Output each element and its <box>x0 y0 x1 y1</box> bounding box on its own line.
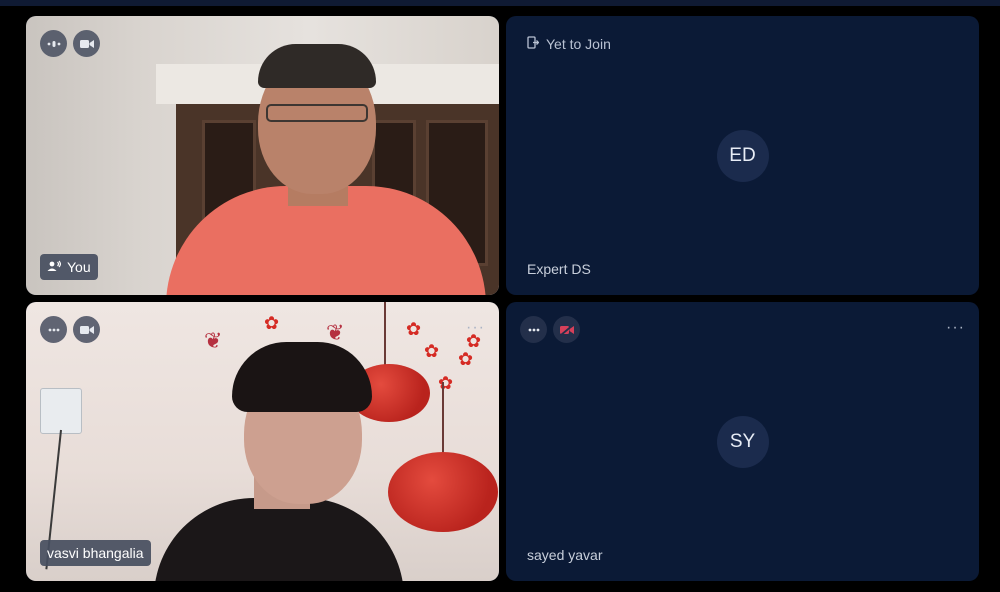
participant-name-chip: You <box>40 254 98 280</box>
avatar: ED <box>716 129 769 182</box>
more-horizontal-icon[interactable]: ··· <box>466 320 485 336</box>
participant-name: You <box>67 259 91 275</box>
avatar: SY <box>716 415 769 468</box>
video-camera-icon[interactable] <box>73 316 100 343</box>
participant-name: vasvi bhangalia <box>47 545 144 561</box>
participant-tile-vasvi-bhangalia[interactable]: ❦ ❦ ✿ ✿ ✿ ✿ ✿ ✿ ··· vasvi bhangalia <box>26 302 499 581</box>
video-camera-off-icon[interactable] <box>553 316 580 343</box>
join-status-label: Yet to Join <box>546 36 611 52</box>
exit-icon <box>527 36 540 52</box>
participant-tile-you[interactable]: You <box>26 16 499 295</box>
join-status: Yet to Join <box>527 36 611 52</box>
speaker-icon <box>47 259 61 275</box>
participant-tile-expert-ds[interactable]: Yet to Join ED Expert DS <box>506 16 979 295</box>
participant-name: sayed yavar <box>527 547 603 563</box>
video-feed <box>26 16 499 295</box>
more-options-icon[interactable] <box>520 316 547 343</box>
participant-tile-sayed-yavar[interactable]: ··· SY sayed yavar <box>506 302 979 581</box>
more-options-icon[interactable] <box>40 316 67 343</box>
more-horizontal-icon[interactable]: ··· <box>946 320 965 336</box>
video-camera-icon[interactable] <box>73 30 100 57</box>
audio-level-icon[interactable] <box>40 30 67 57</box>
top-bar <box>0 0 1000 6</box>
participant-name: Expert DS <box>527 261 591 277</box>
participant-name-chip: vasvi bhangalia <box>40 540 151 566</box>
